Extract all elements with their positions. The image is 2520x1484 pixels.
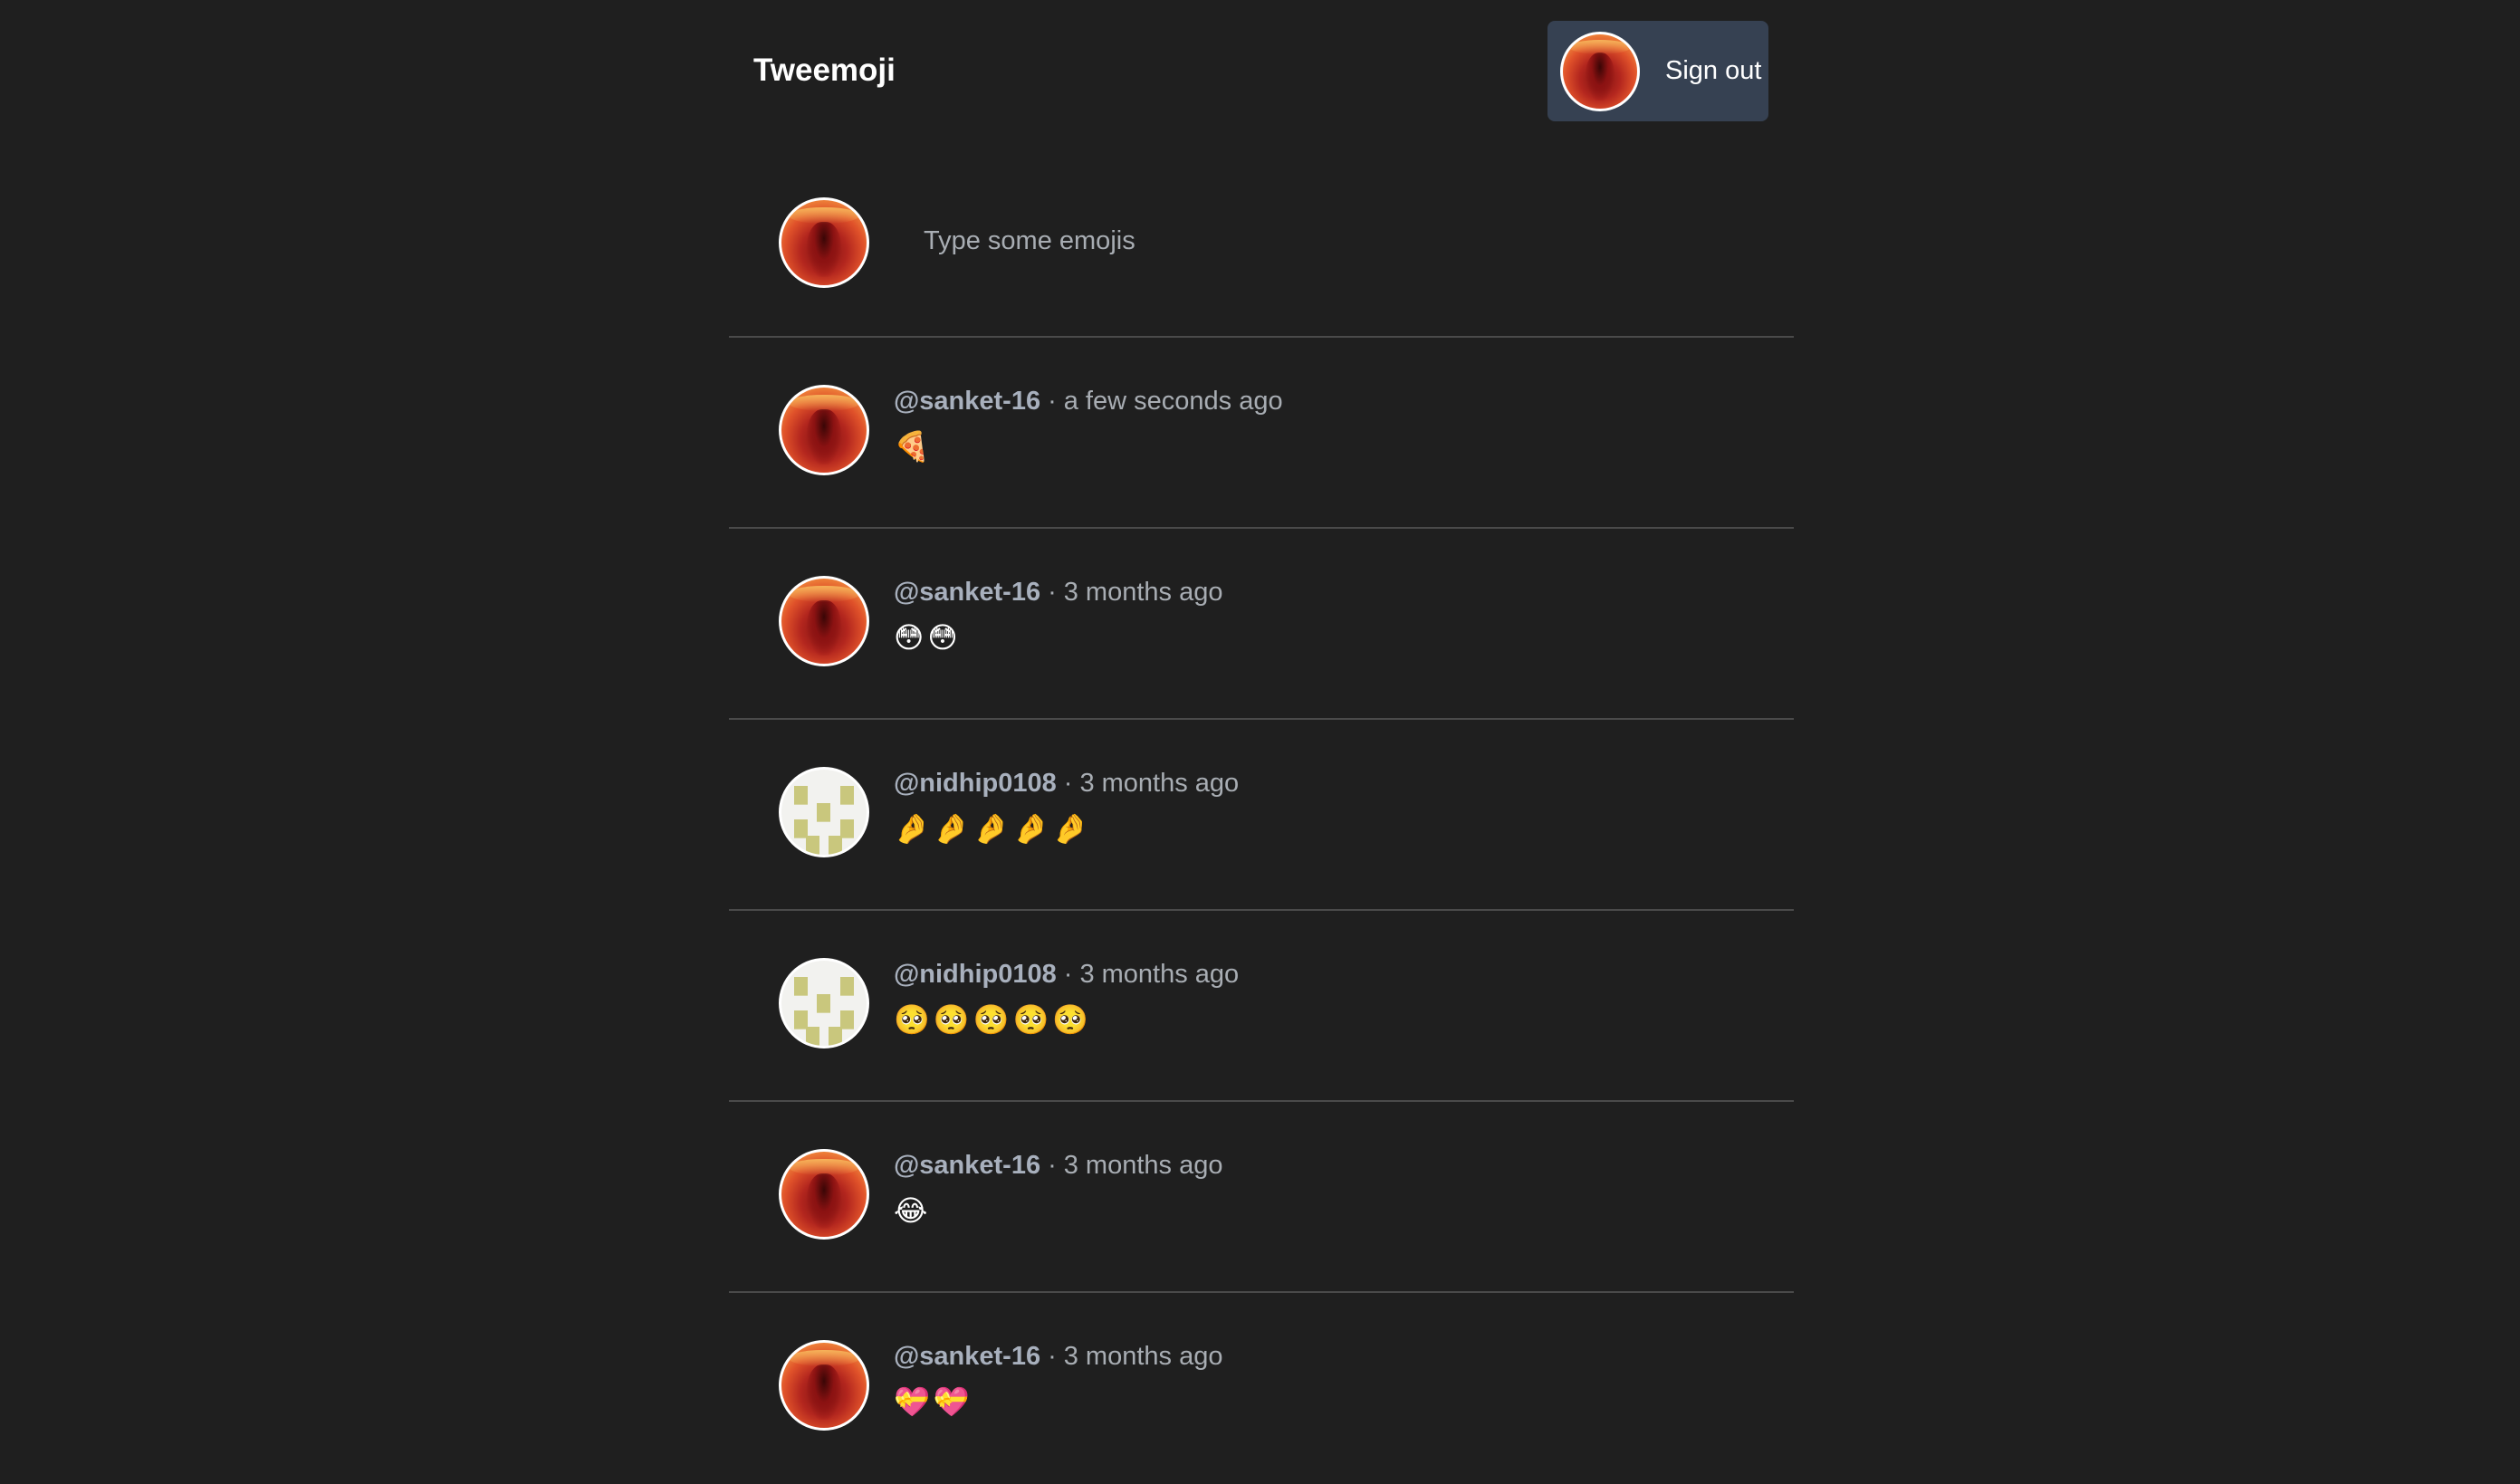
current-user-avatar [1560,31,1640,111]
post-meta: @sanket-16 · 3 months ago [894,1342,1222,1372]
post-username[interactable]: @sanket-16 [894,387,1040,416]
post-content: 🍕 [894,430,934,463]
meta-separator: · [1063,960,1073,989]
top-bar: Tweemoji Sign out [729,0,1794,145]
meta-separator: · [1048,1151,1057,1180]
post-time: 3 months ago [1063,578,1223,607]
post-avatar[interactable] [779,576,869,666]
main-container: Tweemoji Sign out @sanket-16·a few secon… [729,0,1794,1431]
meta-separator: · [1063,769,1073,798]
post-username[interactable]: @sanket-16 [894,1342,1040,1371]
post-item: @nidhip0108 · 3 months ago 🤌🤌🤌🤌🤌 [729,720,1794,911]
post-item: @sanket-16 · 3 months ago 😳😳 [729,529,1794,720]
post-content: 💝💝 [894,1385,973,1418]
meta-separator: · [1048,387,1057,416]
post-time: 3 months ago [1079,769,1240,798]
post-meta: @sanket-16 · 3 months ago [894,1151,1222,1181]
post-meta: @nidhip0108 · 3 months ago [894,769,1239,799]
post-username[interactable]: @nidhip0108 [894,769,1057,798]
post-item: @nidhip0108 · 3 months ago 🥺🥺🥺🥺🥺 [729,911,1794,1102]
post-time: 3 months ago [1063,1342,1223,1371]
sign-out-label: Sign out [1665,56,1762,85]
app-title: Tweemoji [753,53,896,88]
post-username[interactable]: @sanket-16 [894,1151,1040,1180]
post-meta: @sanket-16 · 3 months ago [894,578,1222,608]
post-content: 🥺🥺🥺🥺🥺 [894,1003,1093,1036]
post-meta: @sanket-16 · a few seconds ago [894,387,1283,416]
sign-out-button[interactable]: Sign out [1547,21,1768,121]
post-item: @sanket-16 · 3 months ago 😂 [729,1102,1794,1293]
post-avatar[interactable] [779,1149,869,1240]
post-time: 3 months ago [1079,960,1240,989]
compose-avatar [779,197,869,288]
post-avatar[interactable] [779,385,869,475]
post-item: @sanket-16 · a few seconds ago 🍕 [729,338,1794,529]
post-content: 😂 [894,1194,932,1227]
post-content: 🤌🤌🤌🤌🤌 [894,812,1093,845]
post-meta: @nidhip0108 · 3 months ago [894,960,1239,990]
post-username[interactable]: @sanket-16 [894,578,1040,607]
emoji-input[interactable] [896,214,1739,268]
post-item: @sanket-16 · 3 months ago 💝💝 [729,1293,1794,1484]
post-avatar[interactable] [779,958,869,1048]
post-time: a few seconds ago [1063,387,1283,416]
post-time: 3 months ago [1063,1151,1223,1180]
post-content: 😳😳 [894,621,962,654]
meta-separator: · [1048,1342,1057,1371]
post-username[interactable]: @nidhip0108 [894,960,1057,989]
compose-area [729,145,1794,338]
post-avatar[interactable] [779,767,869,857]
post-avatar[interactable] [779,1340,869,1431]
meta-separator: · [1048,578,1057,607]
